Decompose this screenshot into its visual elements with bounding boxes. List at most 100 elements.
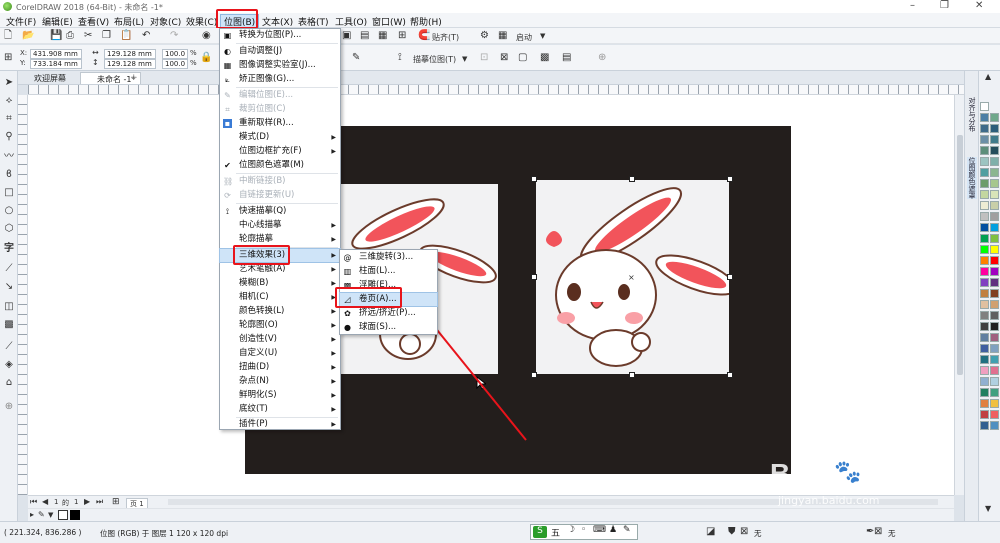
menu-quick-trace[interactable]: ⟟ 快速描摹(Q) — [220, 205, 340, 218]
swatch[interactable] — [990, 168, 999, 177]
trace-bitmap-label[interactable]: 描摹位图(T) — [413, 54, 456, 65]
menu-custom[interactable]: 自定义(U) ▶ — [220, 347, 340, 360]
tab-welcome[interactable]: 欢迎屏幕 — [18, 72, 70, 84]
add-tab-icon[interactable]: + — [130, 72, 138, 84]
menu-sharpen[interactable]: 鲜明化(S) ▶ — [220, 389, 340, 402]
menu-view[interactable]: 查看(V) — [78, 15, 109, 28]
swatch[interactable] — [990, 201, 999, 210]
x-position-field[interactable]: 431.908 mm — [30, 49, 82, 59]
handle-bottom-left[interactable] — [531, 372, 537, 378]
swatch[interactable] — [990, 267, 999, 276]
eyedropper-tool-icon[interactable]: ⟋ — [3, 341, 15, 353]
swatch[interactable] — [990, 333, 999, 342]
no-color-swatch[interactable] — [58, 510, 68, 520]
handle-bottom-center[interactable] — [629, 372, 635, 378]
swatch[interactable] — [980, 267, 989, 276]
swatch[interactable] — [990, 388, 999, 397]
menu-break-link[interactable]: ⛓ 中断链接(B) — [220, 175, 340, 188]
height-field[interactable]: 129.128 mm — [104, 59, 156, 69]
swatch[interactable] — [990, 366, 999, 375]
launch-label[interactable]: 启动 — [516, 32, 532, 43]
guidelines-icon[interactable]: ⊞ — [398, 30, 406, 42]
menu-3d-rotate[interactable]: @ 三维旋转(3)... — [340, 251, 437, 264]
menu-distort[interactable]: 扭曲(D) ▶ — [220, 361, 340, 374]
swatch[interactable] — [980, 300, 989, 309]
menu-tools[interactable]: 工具(O) — [335, 15, 367, 28]
handle-middle-left[interactable] — [531, 274, 537, 280]
polygon-tool-icon[interactable]: ⬡ — [3, 223, 15, 235]
black-swatch[interactable] — [70, 510, 80, 520]
swatch[interactable] — [990, 179, 999, 188]
ime-tools-icon[interactable]: ✎ — [623, 525, 631, 535]
menu-edit[interactable]: 编辑(E) — [42, 15, 73, 28]
color-mask-icon[interactable]: ▩ — [540, 52, 549, 64]
swatch[interactable] — [980, 410, 989, 419]
menu-window[interactable]: 窗口(W) — [372, 15, 406, 28]
swatch[interactable] — [990, 399, 999, 408]
swatch[interactable] — [990, 212, 999, 221]
smart-fill-icon[interactable]: ⌂ — [3, 377, 15, 389]
swatch[interactable] — [990, 344, 999, 353]
swatch[interactable] — [990, 322, 999, 331]
handle-top-center[interactable] — [629, 176, 635, 182]
open-icon[interactable]: 📂 — [22, 30, 34, 42]
handle-top-right[interactable] — [727, 176, 733, 182]
menu-contour[interactable]: 轮廓图(O) ▶ — [220, 319, 340, 332]
menu-blur[interactable]: 模糊(B) ▶ — [220, 277, 340, 290]
swatch[interactable] — [980, 399, 989, 408]
show-grid-icon[interactable]: ▦ — [378, 30, 387, 42]
swatch[interactable] — [980, 421, 989, 430]
menu-texture[interactable]: 底纹(T) ▶ — [220, 403, 340, 416]
corel-connect-icon[interactable]: ◉ — [202, 30, 211, 42]
menu-noise[interactable]: 杂点(N) ▶ — [220, 375, 340, 388]
maximize-icon[interactable]: ❐ — [940, 0, 949, 11]
swatch[interactable] — [980, 245, 989, 254]
swatch[interactable] — [990, 245, 999, 254]
wrap-text-icon[interactable]: ▤ — [562, 52, 571, 64]
swatch[interactable] — [980, 223, 989, 232]
menu-creative[interactable]: 创造性(V) ▶ — [220, 333, 340, 346]
swatch[interactable] — [990, 124, 999, 133]
pick-tool-icon[interactable]: ➤ — [3, 77, 15, 89]
minimize-icon[interactable]: – — [910, 0, 915, 11]
handle-top-left[interactable] — [531, 176, 537, 182]
palette-scroll-up-icon[interactable]: ▲ — [985, 71, 991, 83]
crop-tool-icon[interactable]: ⌗ — [3, 113, 15, 125]
shadow-tool-icon[interactable]: ◫ — [3, 301, 15, 313]
swatch[interactable] — [980, 190, 989, 199]
show-rulers-icon[interactable]: ▤ — [360, 30, 369, 42]
swatch[interactable] — [980, 278, 989, 287]
swatch[interactable] — [980, 366, 989, 375]
menu-auto-adjust[interactable]: ◐ 自动调整(J) — [220, 45, 340, 58]
full-screen-icon[interactable]: ▣ — [342, 30, 351, 42]
swatch[interactable] — [990, 377, 999, 386]
swatch[interactable] — [990, 157, 999, 166]
menu-layout[interactable]: 布局(L) — [114, 15, 144, 28]
swatch[interactable] — [990, 113, 999, 122]
swatch[interactable] — [980, 135, 989, 144]
artistic-media-icon[interactable]: ϐ — [3, 169, 15, 181]
swatch[interactable] — [990, 234, 999, 243]
ime-keyboard-icon[interactable]: ⌨ — [593, 525, 606, 535]
menu-sphere[interactable]: ● 球面(S)... — [340, 321, 437, 334]
menu-cylinder[interactable]: ▥ 柱面(L)... — [340, 265, 437, 278]
swatch[interactable] — [980, 168, 989, 177]
text-tool-icon[interactable]: 字 — [3, 243, 15, 255]
ellipse-tool-icon[interactable]: ○ — [3, 205, 15, 217]
snap-icon[interactable]: 🧲 — [418, 30, 430, 42]
swatch[interactable] — [980, 234, 989, 243]
paste-icon[interactable]: 📋 — [120, 30, 132, 42]
y-position-field[interactable]: 733.184 mm — [30, 59, 82, 69]
bitmap-bunny-right[interactable]: × — [536, 180, 737, 374]
app-launcher-icon[interactable]: ▦ — [498, 30, 507, 42]
fill-indicator-icon[interactable]: ◪ — [706, 526, 715, 538]
ime-user-icon[interactable]: ♟ — [609, 525, 617, 535]
menu-table[interactable]: 表格(T) — [298, 15, 329, 28]
new-document-icon[interactable]: 🗋 — [4, 30, 12, 42]
ime-moon-icon[interactable]: ☽ — [567, 525, 575, 535]
ime-toolbar[interactable]: S 五 ☽ ◦ ⌨ ♟ ✎ — [530, 524, 638, 540]
swatch[interactable] — [990, 278, 999, 287]
menu-convert-to-bitmap[interactable]: ▣ 转换为位图(P)... — [220, 29, 340, 42]
swatch[interactable] — [980, 201, 989, 210]
resample-icon[interactable]: ⊠ — [500, 52, 508, 64]
